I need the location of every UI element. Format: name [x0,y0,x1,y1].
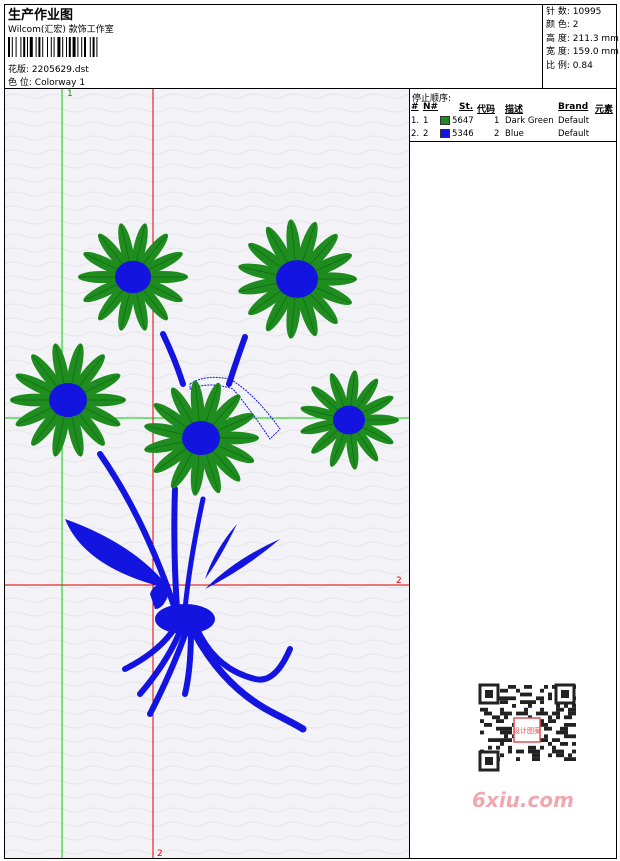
col-header-n: N# [423,102,439,112]
col-header-stitches: St. [459,102,474,112]
stat-width: 宽 度: 159.0 mm [546,47,619,58]
studio-name: Wilcom(汇宏) 款饰工作室 [8,25,114,35]
axis-label-bottom: 2 [157,849,163,858]
col-header-code: 代码 [477,105,496,115]
flower-center [182,420,220,456]
stats-block: 针 数: 10995 颜 色: 2 高 度: 211.3 mm 宽 度: 159… [546,6,619,73]
page-title: 生产作业图 [8,8,74,23]
design-canvas: 1 2 2 [5,89,409,858]
colorway-row: 色 位: Colorway 1 [8,75,85,88]
panel-divider [409,88,410,859]
stat-colors: 颜 色: 2 [546,20,579,31]
watermark-logo: 6xiu.com [472,788,574,812]
barcode [8,37,98,57]
color-swatch [440,129,450,138]
flower-center [333,405,365,435]
color-swatch [440,116,450,125]
design-file: 2205629.dst [31,65,89,75]
qr-code: 设计图案 [470,680,585,780]
design-file-row: 花版: 2205629.dst [8,62,89,75]
stat-height: 高 度: 211.3 mm [546,33,619,44]
col-header-number: # [411,102,419,112]
axis-label-right: 2 [396,576,402,586]
colorway-value: Colorway 1 [34,78,86,88]
col-header-brand: Brand [558,102,589,112]
design-label: 花版: [8,65,30,75]
flower-center [115,260,151,294]
stats-divider [542,4,543,88]
stat-scale: 比 例: 0.84 [546,60,593,71]
qr-center-text: 设计图案 [513,726,541,735]
axis-label-top: 1 [67,89,73,99]
stat-stitches: 针 数: 10995 [546,7,602,17]
table-bottom-line [409,141,617,142]
col-header-element: 元素 [595,105,614,115]
colorway-label: 色 位: [8,78,32,88]
col-header-description: 描述 [505,105,524,115]
flower-center [49,382,87,418]
flower-center [276,260,318,298]
embroidery-preview: 1 2 2 [5,89,409,858]
